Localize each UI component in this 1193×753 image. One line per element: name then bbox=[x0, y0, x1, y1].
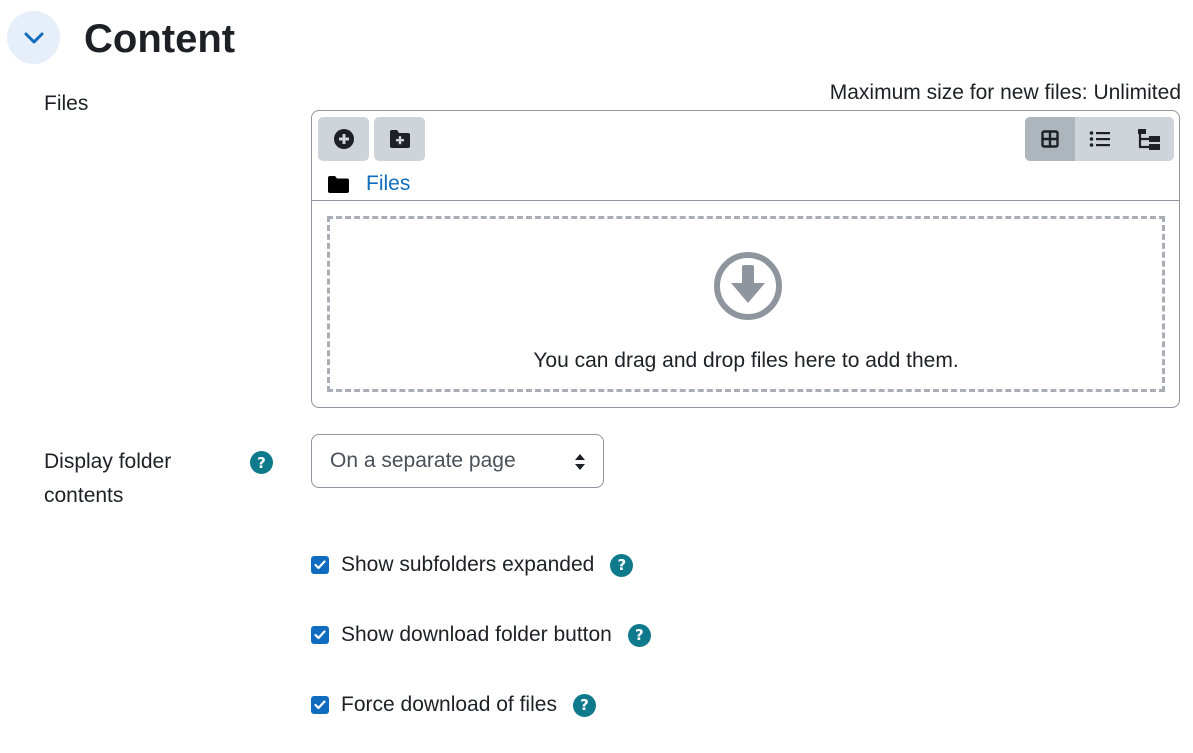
grid-icon bbox=[1041, 130, 1059, 148]
file-path-breadcrumb: Files bbox=[328, 169, 410, 199]
files-label: Files bbox=[44, 92, 89, 115]
option-subfolders-expanded: Show subfolders expanded ? bbox=[311, 550, 634, 580]
view-tree-button[interactable] bbox=[1124, 117, 1174, 161]
section-title: Content bbox=[84, 17, 236, 61]
display-folder-selected-value: On a separate page bbox=[330, 449, 516, 472]
display-folder-label-line2: contents bbox=[44, 484, 124, 507]
force-download-checkbox[interactable] bbox=[311, 696, 329, 714]
force-download-label[interactable]: Force download of files bbox=[341, 693, 557, 717]
tree-icon bbox=[1138, 129, 1161, 150]
collapse-section-button[interactable] bbox=[7, 11, 60, 64]
chevron-down-icon bbox=[24, 32, 43, 43]
display-folder-help-icon[interactable]: ? bbox=[250, 451, 273, 474]
files-path-link[interactable]: Files bbox=[366, 172, 410, 196]
max-size-text: Maximum size for new files: Unlimited bbox=[829, 81, 1181, 104]
add-file-button[interactable] bbox=[318, 117, 369, 161]
checkmark-icon bbox=[314, 630, 326, 640]
folder-plus-icon bbox=[389, 130, 410, 148]
subfolders-expanded-help-icon[interactable]: ? bbox=[610, 553, 634, 577]
display-folder-select[interactable]: On a separate page bbox=[311, 434, 604, 488]
file-manager-divider bbox=[312, 200, 1179, 201]
option-force-download: Force download of files ? bbox=[311, 690, 596, 720]
view-grid-button[interactable] bbox=[1025, 117, 1075, 161]
content-section: Content Files Maximum size for new files… bbox=[0, 0, 1193, 753]
checkmark-icon bbox=[314, 700, 326, 710]
download-folder-button-label[interactable]: Show download folder button bbox=[341, 623, 612, 647]
create-folder-button[interactable] bbox=[374, 117, 425, 161]
view-switcher bbox=[1025, 117, 1174, 161]
download-circle-icon bbox=[714, 252, 782, 320]
list-icon bbox=[1089, 131, 1110, 147]
checkmark-icon bbox=[314, 560, 326, 570]
display-folder-label-line1: Display folder bbox=[44, 450, 172, 473]
subfolders-expanded-label[interactable]: Show subfolders expanded bbox=[341, 553, 594, 577]
option-download-folder-button: Show download folder button ? bbox=[311, 620, 651, 650]
folder-icon bbox=[328, 175, 349, 193]
download-folder-button-help-icon[interactable]: ? bbox=[627, 623, 651, 647]
view-list-button[interactable] bbox=[1075, 117, 1125, 161]
force-download-help-icon[interactable]: ? bbox=[572, 693, 596, 717]
drop-zone-text: You can drag and drop files here to add … bbox=[533, 349, 959, 372]
drop-zone[interactable]: You can drag and drop files here to add … bbox=[327, 216, 1165, 392]
file-manager: Files You can drag and drop files here t… bbox=[311, 110, 1180, 408]
download-folder-button-checkbox[interactable] bbox=[311, 626, 329, 644]
plus-circle-icon bbox=[333, 129, 354, 149]
sort-arrows-icon bbox=[575, 454, 585, 470]
subfolders-expanded-checkbox[interactable] bbox=[311, 556, 329, 574]
